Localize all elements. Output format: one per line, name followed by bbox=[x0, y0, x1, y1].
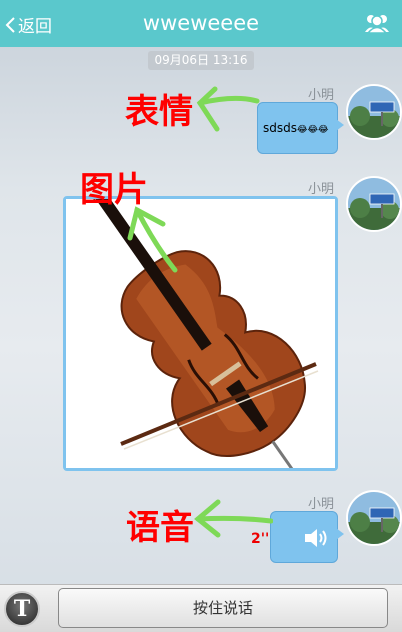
hold-to-talk-button[interactable]: 按住说话 bbox=[58, 588, 388, 628]
sender-name: 小明 bbox=[308, 497, 335, 512]
avatar[interactable] bbox=[346, 490, 402, 546]
message-text: sdsds bbox=[263, 121, 297, 135]
annotation-arrow-icon bbox=[127, 206, 178, 273]
annotation-arrow-icon bbox=[194, 499, 273, 538]
avatar[interactable] bbox=[346, 176, 402, 232]
voice-message-bubble[interactable] bbox=[270, 511, 344, 563]
speaker-icon bbox=[305, 529, 327, 547]
avatar[interactable] bbox=[346, 84, 402, 140]
chat-title: wweweeee bbox=[142, 11, 260, 35]
input-bar: T 按住说话 bbox=[0, 584, 402, 632]
text-mode-toggle-button[interactable]: T bbox=[4, 591, 40, 627]
emoji-icon: 😂😂😂 bbox=[297, 125, 329, 135]
image-message-bubble[interactable] bbox=[63, 161, 338, 480]
cello-image bbox=[66, 161, 335, 480]
text-message-bubble[interactable]: sdsds😂😂😂 bbox=[257, 102, 344, 154]
sender-name: 小明 bbox=[308, 182, 335, 197]
group-icon[interactable] bbox=[364, 12, 390, 38]
annotation-arrow-icon bbox=[196, 86, 260, 132]
annotation-emoji: 表情 bbox=[125, 92, 193, 132]
annotation-voice: 语音 bbox=[126, 508, 194, 548]
message-timestamp: 09月06日 13:16 bbox=[148, 51, 254, 70]
title-bar: 返回 wweweeee bbox=[0, 0, 402, 47]
sender-name: 小明 bbox=[308, 88, 335, 103]
